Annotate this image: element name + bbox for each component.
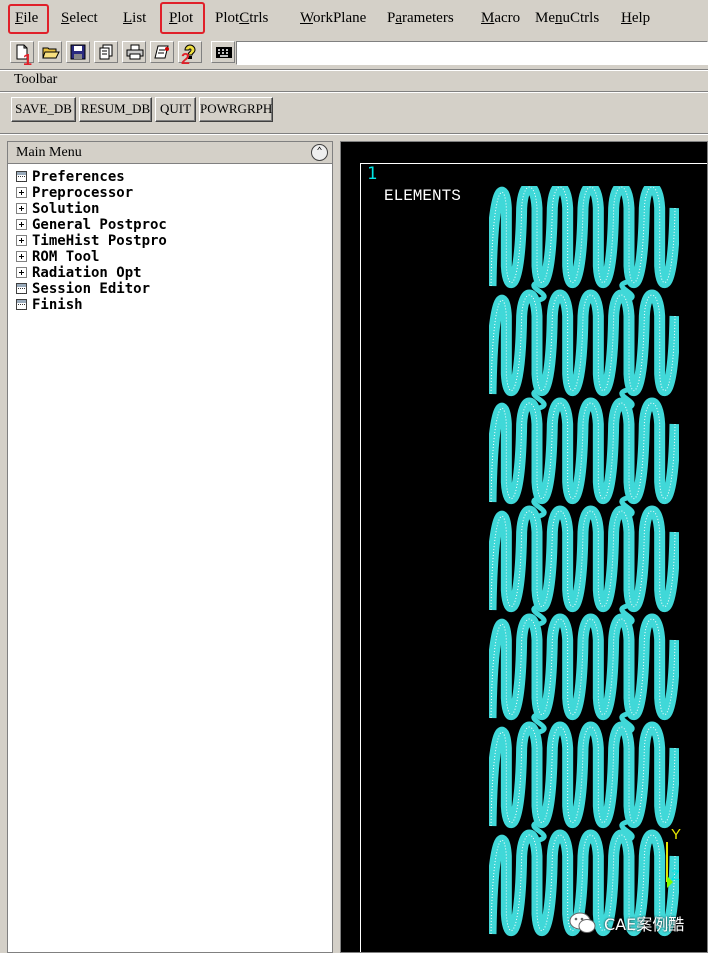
expand-icon[interactable] — [16, 203, 27, 214]
stent-ring-band — [489, 505, 679, 613]
resum-db-button[interactable]: RESUM_DB — [79, 97, 152, 122]
main-menu-header: Main Menu ⌃ — [8, 142, 332, 164]
stent-mesh-plot — [489, 186, 679, 937]
expand-icon[interactable] — [16, 219, 27, 230]
document-icon — [16, 283, 27, 294]
document-icon — [16, 171, 27, 182]
tree-item-solution[interactable]: Solution — [16, 201, 99, 217]
graphics-window[interactable]: 1 ELEMENTS Y Z — [340, 141, 708, 953]
stent-ring-band — [489, 613, 679, 721]
stent-ring-band — [489, 289, 679, 397]
menu-select[interactable]: Select — [61, 10, 98, 27]
open-folder-icon[interactable] — [38, 41, 62, 63]
save-icon[interactable] — [66, 41, 90, 63]
tree-item-timehist-postpro[interactable]: TimeHist Postpro — [16, 233, 167, 249]
annotation-marker-1: 1 — [23, 52, 32, 69]
watermark: CAE案例酷 — [568, 910, 684, 936]
wechat-logo-icon — [569, 912, 596, 933]
highlight-file-box — [8, 4, 49, 34]
plot-label: ELEMENTS — [384, 187, 461, 205]
print-icon[interactable] — [122, 41, 146, 63]
expand-icon[interactable] — [16, 267, 27, 278]
stent-ring-band — [489, 397, 679, 505]
quit-button[interactable]: QUIT — [155, 97, 196, 122]
menu-menuctrls[interactable]: MenuCtrls — [535, 10, 599, 27]
window-number: 1 — [367, 164, 378, 184]
tree-item-preprocessor[interactable]: Preprocessor — [16, 185, 133, 201]
command-input[interactable] — [236, 41, 708, 65]
stent-ring-band — [489, 721, 679, 829]
menu-macro[interactable]: Macro — [481, 10, 520, 27]
separator — [0, 133, 708, 135]
tree-item-session-editor[interactable]: Session Editor — [16, 281, 150, 297]
menu-list[interactable]: List — [123, 10, 146, 27]
separator — [0, 69, 708, 71]
tree-item-finish[interactable]: Finish — [16, 297, 83, 313]
collapse-icon[interactable]: ⌃ — [311, 144, 328, 161]
tree-item-general-postproc[interactable]: General Postproc — [16, 217, 167, 233]
menu-workplane[interactable]: WorkPlane — [300, 10, 366, 27]
standard-toolbar — [0, 38, 708, 68]
expand-icon[interactable] — [16, 251, 27, 262]
menu-help[interactable]: Help — [621, 10, 650, 27]
axis-z-label: Z — [671, 867, 680, 883]
tree-item-rom-tool[interactable]: ROM Tool — [16, 249, 99, 265]
menu-plotctrls[interactable]: PlotCtrls — [215, 10, 268, 27]
annotation-marker-2: 2 — [181, 51, 190, 68]
save-db-button[interactable]: SAVE_DB — [11, 97, 76, 122]
expand-icon[interactable] — [16, 235, 27, 246]
menu-bar: File Select List Plot PlotCtrls WorkPlan… — [0, 0, 708, 38]
highlight-plot-box — [160, 2, 205, 34]
stent-ring-band — [489, 186, 679, 289]
keyboard-icon[interactable] — [211, 41, 235, 63]
menu-parameters[interactable]: Parameters — [387, 10, 454, 27]
expand-icon[interactable] — [16, 187, 27, 198]
image-capture-icon[interactable] — [150, 41, 174, 63]
tree-item-radiation-opt[interactable]: Radiation Opt — [16, 265, 142, 281]
main-menu-panel: Main Menu ⌃ Preferences Preprocessor Sol… — [7, 141, 333, 953]
watermark-text: CAE案例酷 — [604, 915, 685, 934]
toolbar-label: Toolbar — [14, 72, 58, 87]
main-menu-title: Main Menu — [16, 145, 82, 160]
document-icon — [16, 299, 27, 310]
axis-y-label: Y — [671, 826, 682, 843]
tree-item-preferences[interactable]: Preferences — [16, 169, 125, 185]
powrgrph-button[interactable]: POWRGRPH — [199, 97, 273, 122]
separator — [0, 91, 708, 93]
report-icon[interactable] — [94, 41, 118, 63]
